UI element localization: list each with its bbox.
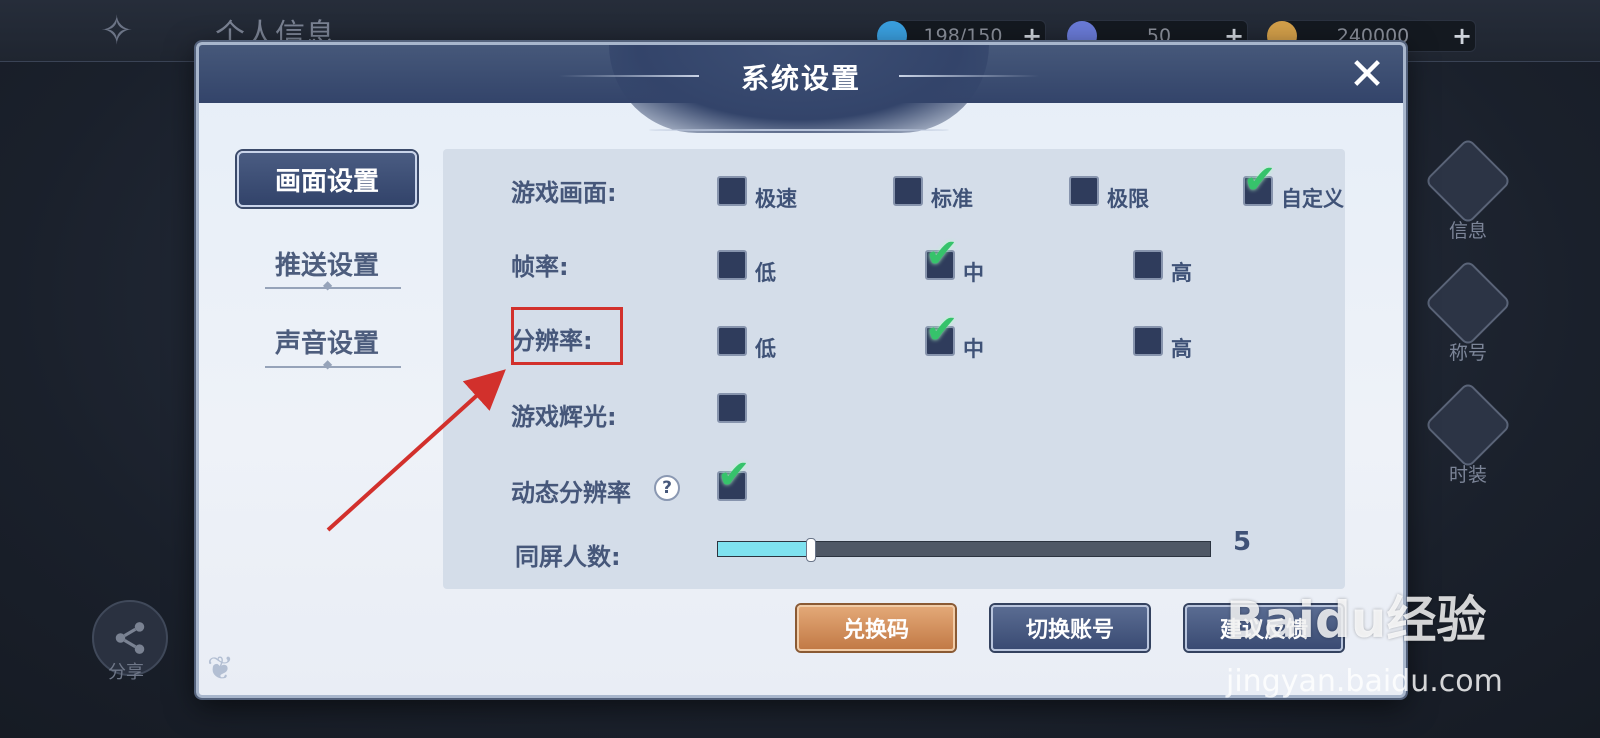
watermark-url: jingyan.baidu.com bbox=[1226, 664, 1503, 699]
watermark-logo: Baidu经验 bbox=[1226, 591, 1487, 649]
arrow-line bbox=[326, 369, 506, 532]
